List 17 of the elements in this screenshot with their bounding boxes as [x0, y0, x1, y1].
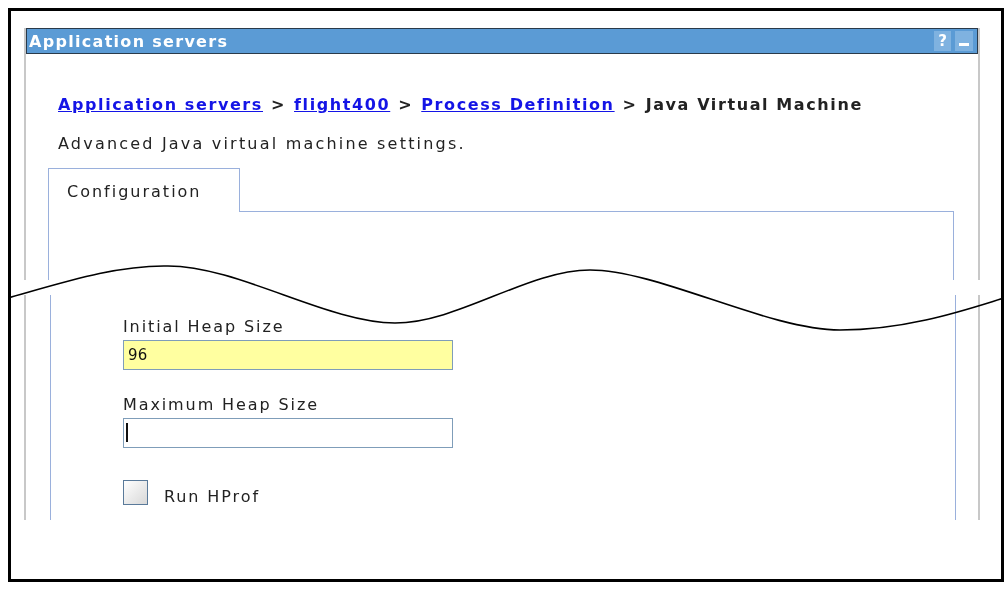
breadcrumb-separator: >	[271, 94, 286, 116]
page-description: Advanced Java virtual machine settings.	[58, 134, 467, 154]
panel-title: Application servers	[29, 31, 229, 51]
text-field[interactable]	[123, 418, 453, 448]
breadcrumb-link[interactable]: Application servers	[58, 94, 263, 116]
field-label: Initial Heap Size	[123, 317, 285, 337]
checkbox-label: Run HProf	[164, 487, 260, 507]
minimize-icon[interactable]	[955, 31, 973, 51]
breadcrumb-link[interactable]: flight400	[294, 94, 391, 116]
breadcrumb-separator: >	[398, 94, 414, 116]
checkbox[interactable]	[123, 479, 148, 505]
breadcrumb-separator: >	[622, 94, 638, 116]
breadcrumb-link[interactable]: Process Definition	[421, 94, 615, 116]
breadcrumb-current: Java Virtual Machine	[645, 94, 863, 116]
field-label: Maximum Heap Size	[123, 395, 319, 415]
text-field[interactable]: 96	[123, 340, 453, 370]
tab[interactable]: Configuration	[48, 168, 240, 212]
